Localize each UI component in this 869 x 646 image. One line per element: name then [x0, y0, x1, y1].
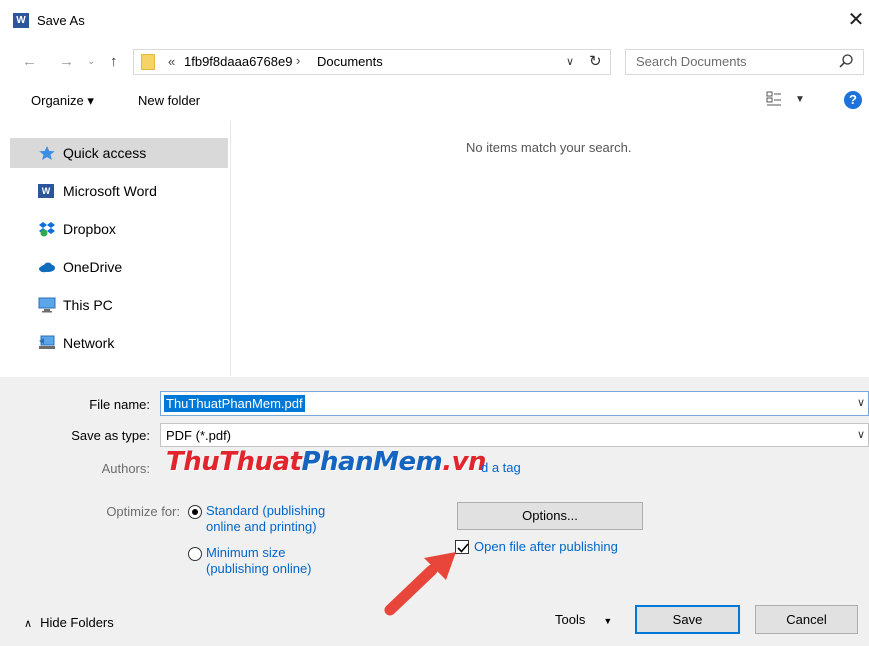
minimum-option-line2: (publishing online)	[206, 561, 312, 576]
file-list[interactable]	[232, 121, 869, 376]
sidebar-item-onedrive[interactable]: OneDrive	[10, 252, 228, 282]
sidebar-item-label: Dropbox	[63, 221, 116, 237]
tools-label: Tools	[555, 612, 586, 627]
save-button[interactable]: Save	[635, 605, 740, 634]
cancel-button[interactable]: Cancel	[755, 605, 858, 634]
view-dropdown-icon[interactable]: ▼	[795, 94, 805, 105]
file-name-field[interactable]: ThuThuatPhanMem.pdf ∨	[160, 391, 869, 416]
open-after-publishing-label[interactable]: Open file after publishing	[474, 539, 618, 555]
search-icon[interactable]	[838, 53, 854, 69]
breadcrumb-separator[interactable]: ›	[296, 53, 300, 68]
tools-dropdown-icon: ▼	[603, 616, 613, 626]
minimum-size-radio[interactable]	[188, 547, 202, 561]
forward-arrow-icon[interactable]: →	[59, 52, 74, 72]
hide-folders-label: Hide Folders	[40, 615, 114, 630]
file-name-label: File name:	[89, 397, 150, 412]
new-folder-button[interactable]: New folder	[138, 93, 200, 108]
file-name-value[interactable]: ThuThuatPhanMem.pdf	[164, 395, 305, 412]
command-bar: Organize ▾ New folder ▼ ?	[0, 86, 869, 120]
optimize-label: Optimize for:	[106, 504, 180, 519]
organize-button[interactable]: Organize ▾	[31, 93, 94, 109]
sidebar-item-label: OneDrive	[63, 259, 123, 275]
standard-radio[interactable]	[188, 505, 202, 519]
sidebar-item-label: Microsoft Word	[63, 183, 157, 199]
address-dropdown-icon[interactable]: ∨	[566, 55, 574, 68]
view-options-icon[interactable]	[766, 91, 786, 107]
sidebar-item-microsoft-word[interactable]: W Microsoft Word	[10, 176, 228, 206]
up-arrow-icon[interactable]: ↑	[110, 52, 118, 72]
word-app-icon: W	[13, 13, 29, 28]
watermark-part: .vn	[442, 447, 487, 477]
sidebar-item-label: This PC	[63, 297, 113, 313]
save-type-dropdown-icon[interactable]: ∨	[857, 428, 865, 441]
minimum-option-line1: Minimum size	[206, 545, 286, 560]
save-type-label: Save as type:	[71, 428, 150, 443]
watermark-part: ThuThuat	[166, 447, 302, 477]
close-button[interactable]: ✕	[846, 9, 866, 31]
recent-dropdown-icon[interactable]: ⌄	[87, 52, 95, 72]
folder-icon	[141, 54, 155, 70]
save-type-value: PDF (*.pdf)	[166, 428, 232, 443]
word-icon: W	[38, 184, 54, 198]
search-input[interactable]: Search Documents	[625, 49, 864, 75]
sidebar-item-quick-access[interactable]: Quick access	[10, 138, 228, 168]
file-name-dropdown-icon[interactable]: ∨	[857, 396, 865, 409]
standard-option-line2: online and printing)	[206, 519, 317, 534]
breadcrumb-root[interactable]: 1fb9f8daaa6768e9	[184, 54, 292, 69]
annotation-arrow-icon	[384, 552, 456, 616]
sidebar-item-this-pc[interactable]: This PC	[10, 290, 228, 320]
onedrive-icon	[39, 262, 55, 273]
sidebar-item-label: Quick access	[63, 145, 147, 161]
window-title: Save As	[37, 13, 85, 28]
hide-folders-button[interactable]: ∧ Hide Folders	[24, 615, 114, 630]
standard-option-line1: Standard (publishing	[206, 503, 326, 518]
minimum-size-option-label[interactable]: Minimum size (publishing online)	[206, 545, 312, 577]
help-icon[interactable]: ?	[844, 91, 862, 109]
save-type-select[interactable]: PDF (*.pdf) ∨	[160, 423, 869, 447]
refresh-icon[interactable]: ↻	[589, 52, 602, 70]
sidebar-item-label: Network	[63, 335, 115, 351]
add-tag-link[interactable]: d a tag	[481, 460, 521, 475]
breadcrumb-overflow[interactable]: «	[168, 54, 175, 69]
star-icon	[39, 146, 55, 160]
dropbox-icon	[39, 222, 55, 237]
navigation-pane: Quick access W Microsoft Word Dropbox On…	[0, 121, 231, 376]
sidebar-item-dropbox[interactable]: Dropbox	[10, 214, 228, 244]
computer-icon	[38, 297, 56, 313]
watermark-part: PhanMem	[301, 447, 443, 477]
tools-button[interactable]: Tools ▼	[555, 612, 612, 627]
standard-option-label[interactable]: Standard (publishing online and printing…	[206, 503, 325, 535]
search-placeholder: Search Documents	[636, 54, 747, 69]
title-bar	[0, 0, 869, 42]
chevron-up-icon: ∧	[24, 618, 33, 630]
network-icon	[39, 335, 55, 349]
back-arrow-icon[interactable]: ←	[22, 52, 37, 72]
empty-message: No items match your search.	[466, 140, 632, 155]
address-bar[interactable]: « 1fb9f8daaa6768e9 › Documents ∨ ↻	[133, 49, 611, 75]
breadcrumb-current[interactable]: Documents	[317, 54, 383, 69]
authors-label: Authors:	[101, 461, 150, 476]
sidebar-item-network[interactable]: Network	[10, 328, 228, 358]
watermark-logo: ThuThuatPhanMem.vn	[166, 447, 487, 477]
options-button[interactable]: Options...	[457, 502, 643, 530]
